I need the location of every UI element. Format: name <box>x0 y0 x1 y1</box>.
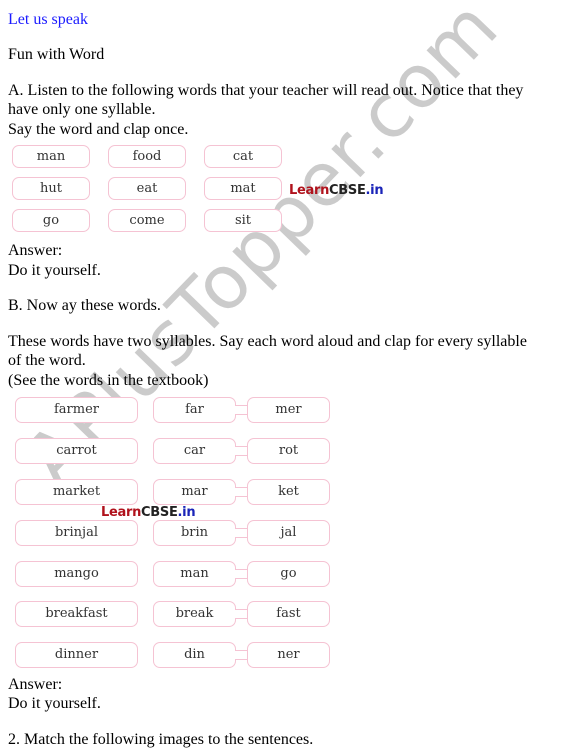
word-box: eat <box>108 177 186 200</box>
instruction-b-line2: of the word. <box>8 352 86 369</box>
answer-a: Do it yourself. <box>8 262 101 279</box>
syllable-1-box: mar <box>153 479 236 505</box>
syllable-1-box: man <box>153 561 236 587</box>
word-box: cat <box>204 145 282 168</box>
whole-word-box: market <box>15 479 138 505</box>
syllable-2-box: rot <box>247 438 330 464</box>
instruction-b-line1: These words have two syllables. Say each… <box>8 333 527 350</box>
syllable-2-box: fast <box>247 601 330 627</box>
whole-word-box: carrot <box>15 438 138 464</box>
section-heading-link[interactable]: Let us speak <box>8 10 88 29</box>
learncbse-logo-2: LearnCBSE.in <box>101 505 196 520</box>
answer-label-b: Answer: <box>8 676 63 693</box>
word-box: mat <box>204 177 282 200</box>
whole-word-box: farmer <box>15 397 138 423</box>
answer-label-a: Answer: <box>8 242 63 259</box>
instruction-b-line3: (See the words in the textbook) <box>8 372 209 389</box>
syllable-2-box: mer <box>247 397 330 423</box>
section-b-title: B. Now ay these words. <box>8 297 161 314</box>
watermark: APlusTopper.com <box>9 0 515 503</box>
syllable-1-box: far <box>153 397 236 423</box>
syllable-1-box: din <box>153 642 236 668</box>
syllable-1-box: break <box>153 601 236 627</box>
logo-part-in: .in <box>365 183 384 198</box>
whole-word-box: mango <box>15 561 138 587</box>
logo-part-cbse: CBSE <box>329 183 366 198</box>
logo-part-cbse: CBSE <box>141 505 178 520</box>
whole-word-box: dinner <box>15 642 138 668</box>
subheading: Fun with Word <box>8 46 105 63</box>
instruction-a-line1: A. Listen to the following words that yo… <box>8 82 524 99</box>
logo-part-learn: Learn <box>289 183 330 198</box>
word-box: go <box>12 209 90 232</box>
logo-part-in: .in <box>177 505 196 520</box>
syllable-1-box: car <box>153 438 236 464</box>
syllable-1-box: brin <box>153 520 236 546</box>
question-2: 2. Match the following images to the sen… <box>8 731 314 748</box>
word-box: come <box>108 209 186 232</box>
answer-b: Do it yourself. <box>8 695 101 712</box>
whole-word-box: breakfast <box>15 601 138 627</box>
syllable-2-box: ner <box>247 642 330 668</box>
whole-word-box: brinjal <box>15 520 138 546</box>
syllable-2-box: ket <box>247 479 330 505</box>
syllable-2-box: jal <box>247 520 330 546</box>
word-box: sit <box>204 209 282 232</box>
instruction-a-line3: Say the word and clap once. <box>8 121 189 138</box>
logo-part-learn: Learn <box>101 505 142 520</box>
learncbse-logo: LearnCBSE.in <box>289 183 384 198</box>
syllable-2-box: go <box>247 561 330 587</box>
word-box: hut <box>12 177 90 200</box>
word-box: food <box>108 145 186 168</box>
instruction-a-line2: have only one syllable. <box>8 101 156 118</box>
word-box: man <box>12 145 90 168</box>
